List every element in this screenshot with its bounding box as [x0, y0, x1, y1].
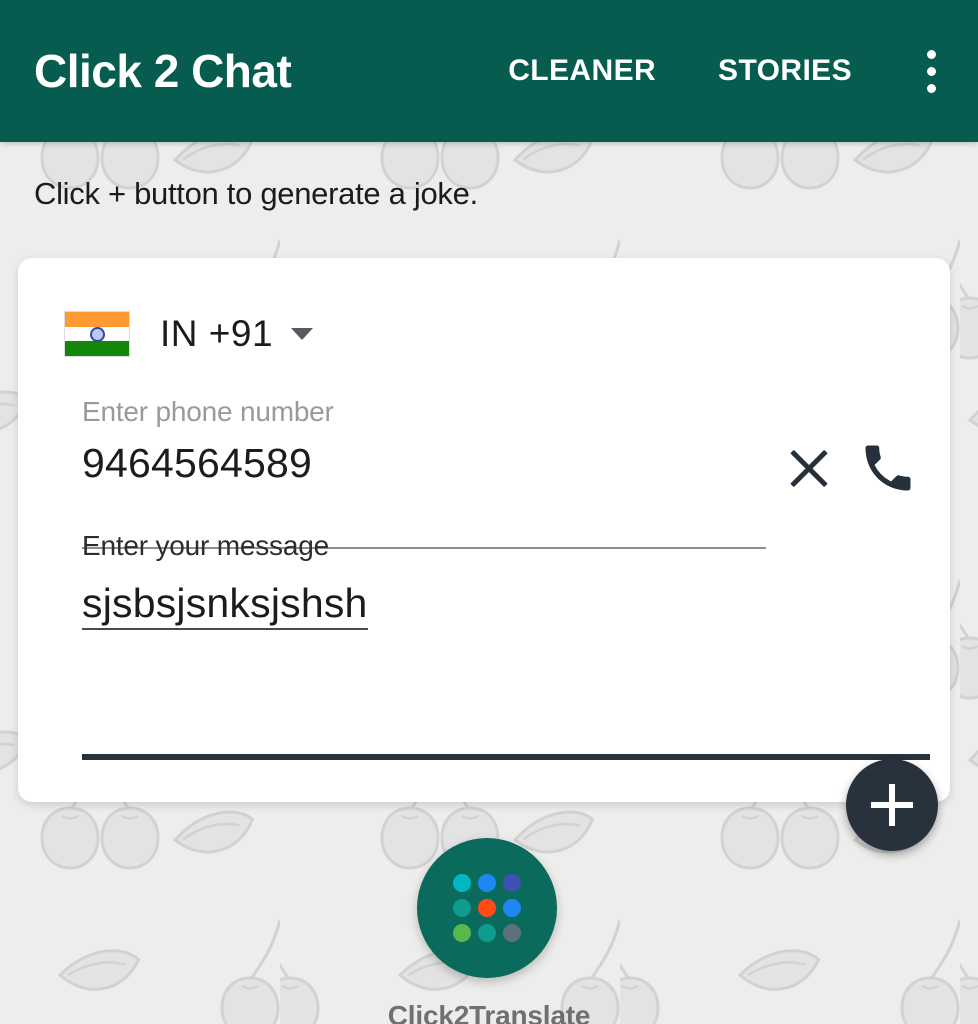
app-grid-icon — [453, 874, 521, 942]
message-field: Enter your message sjsbsjsnksjshsh — [82, 530, 930, 760]
phone-icon[interactable] — [858, 438, 918, 498]
close-icon[interactable] — [782, 441, 836, 495]
compose-card: IN +91 Enter phone number 9464564589 Ent… — [18, 258, 950, 802]
tab-cleaner[interactable]: CLEANER — [504, 54, 660, 88]
bottom-app-label: Click2Translate — [0, 1002, 978, 1024]
message-input[interactable]: sjsbsjsnksjshsh — [82, 580, 368, 630]
grid-dot — [478, 899, 496, 917]
grid-dot — [478, 874, 496, 892]
grid-dot — [503, 924, 521, 942]
more-vert-icon[interactable] — [902, 0, 960, 142]
phone-number-input[interactable]: 9464564589 — [82, 441, 312, 493]
app-bar-actions: CLEANER STORIES — [504, 0, 978, 142]
chevron-down-icon[interactable] — [291, 328, 314, 340]
more-dot — [926, 49, 936, 59]
grid-dot — [503, 874, 521, 892]
joke-hint-text: Click + button to generate a joke. — [34, 176, 478, 211]
app-screen: Click 2 Chat CLEANER STORIES Click + but… — [0, 0, 978, 1024]
page-title: Click 2 Chat — [34, 45, 292, 97]
grid-dot — [453, 874, 471, 892]
country-code-selector[interactable]: IN +91 — [64, 306, 314, 362]
phone-number-row: 9464564589 — [82, 441, 911, 549]
grid-dot — [478, 924, 496, 942]
message-label: Enter your message — [82, 530, 329, 561]
india-flag-icon — [64, 311, 130, 357]
tab-stories[interactable]: STORIES — [714, 54, 856, 88]
message-underline — [82, 754, 930, 760]
grid-dot — [503, 899, 521, 917]
grid-dot — [453, 924, 471, 942]
bottom-app-label-text: Click2Translate — [387, 1002, 591, 1024]
app-bar: Click 2 Chat CLEANER STORIES — [0, 0, 978, 142]
more-dot — [926, 83, 936, 93]
more-dot — [926, 66, 936, 76]
phone-number-field: Enter phone number 9464564589 — [82, 396, 911, 549]
app-launcher-button[interactable] — [417, 838, 557, 978]
phone-number-label: Enter phone number — [82, 396, 334, 427]
plus-icon — [846, 759, 938, 851]
generate-joke-fab[interactable] — [846, 759, 938, 851]
country-code-label: IN +91 — [160, 313, 274, 354]
grid-dot — [453, 899, 471, 917]
